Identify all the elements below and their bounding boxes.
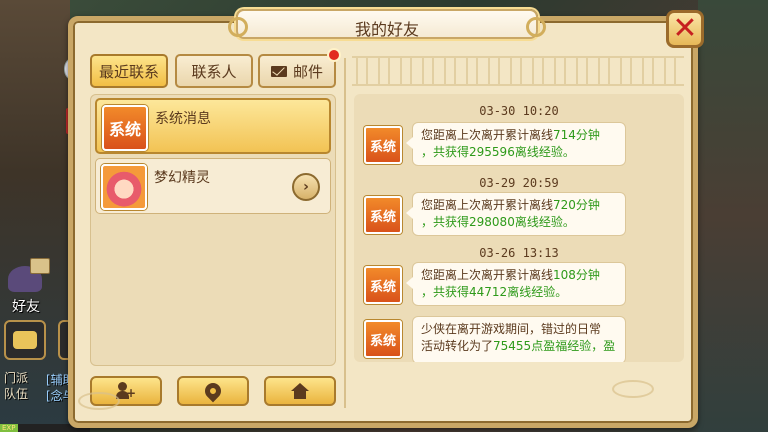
decorative-pattern (352, 56, 684, 86)
contact-item-system-messages[interactable]: 系统 系统消息 (95, 98, 331, 154)
mail-notification-icon (30, 258, 50, 274)
hud-friend-label: 好友 (12, 299, 40, 315)
hud-channel-tabs: 门派 队伍 (4, 370, 28, 402)
message-bubble: 少侠在离开游戏期间，错过的日常 活动转化为了75455点盈福经验，盈 (412, 316, 626, 362)
message-bubble: 您距离上次离开累计离线720分钟 ，共获得298080离线经验。 (406, 192, 626, 236)
offline-exp: 298080离线经验。 (469, 215, 575, 229)
title-bar: 我的好友 (228, 9, 546, 39)
chat-bubble-button[interactable] (4, 320, 46, 360)
offline-exp: 295596离线经验。 (469, 145, 575, 159)
panel-divider (344, 58, 346, 408)
message-bubble: 您距离上次离开累计离线714分钟 ，共获得295596离线经验。 (406, 122, 626, 166)
tab-mail[interactable]: 邮件 (258, 54, 336, 88)
chevron-right-icon[interactable]: › (292, 173, 320, 201)
message-text: ，共获得 (421, 145, 470, 159)
close-button[interactable]: ✕ (666, 10, 704, 48)
contact-name: 梦幻精灵 (154, 170, 210, 186)
message-timestamp: 03-30 10:20 (479, 104, 559, 118)
system-avatar: 系统 (364, 126, 402, 164)
message-text: ，共获得 (421, 285, 470, 299)
bonus-exp: 75455点盈福经验，盈 (493, 339, 616, 353)
tab-recent-contacts[interactable]: 最近联系 (90, 54, 168, 88)
tab-contacts[interactable]: 联系人 (175, 54, 253, 88)
offline-minutes: 714分钟 (553, 128, 600, 142)
cloud-ornament (612, 380, 654, 398)
message-text: 您距离上次离开累计离线 (421, 128, 554, 142)
system-avatar: 系统 (364, 196, 402, 234)
offline-minutes: 720分钟 (553, 198, 600, 212)
right-scene (698, 0, 768, 432)
system-avatar: 系统 (102, 105, 148, 151)
message-timestamp: 03-26 13:13 (479, 246, 559, 260)
location-icon (201, 379, 225, 403)
close-icon: ✕ (672, 11, 698, 46)
message-bubble: 您距离上次离开累计离线108分钟 ，共获得44712离线经验。 (406, 262, 626, 306)
location-button[interactable] (177, 376, 249, 406)
message-text: 您距离上次离开累计离线 (421, 268, 554, 282)
elf-avatar (101, 164, 147, 210)
contact-list: 系统 系统消息 梦幻精灵 › (90, 94, 336, 366)
mail-icon (270, 65, 287, 77)
tab-label: 最近联系 (98, 62, 159, 81)
exp-label: EXP (2, 424, 16, 432)
home-icon (291, 383, 309, 399)
notification-badge (327, 48, 341, 62)
message-timestamp: 03-29 20:59 (479, 176, 559, 190)
system-avatar: 系统 (364, 320, 402, 358)
hud-friend-button[interactable]: 好友 (2, 258, 52, 316)
tab-label: 联系人 (191, 62, 237, 81)
system-avatar: 系统 (364, 266, 402, 304)
offline-minutes: 108分钟 (553, 268, 600, 282)
message-text: ，共获得 (421, 215, 470, 229)
message-area[interactable]: 03-30 10:20 系统 您距离上次离开累计离线714分钟 ，共获得2955… (354, 94, 684, 362)
contact-name: 系统消息 (155, 111, 211, 127)
tab-label: 邮件 (292, 62, 323, 81)
hud-tab-sect[interactable]: 门派 (4, 370, 28, 386)
cloud-ornament (78, 392, 120, 410)
contact-item-elf[interactable]: 梦幻精灵 › (95, 158, 331, 214)
hud-tab-team[interactable]: 队伍 (4, 386, 28, 402)
home-button[interactable] (264, 376, 336, 406)
message-text: 少侠在离开游戏期间，错过的日常 (421, 322, 602, 336)
page-title: 我的好友 (354, 20, 419, 39)
chat-icon (13, 331, 37, 349)
message-text: 您距离上次离开累计离线 (421, 198, 554, 212)
message-text: 活动转化为了 (421, 339, 494, 353)
offline-exp: 44712离线经验。 (469, 285, 568, 299)
left-scene (0, 0, 70, 432)
